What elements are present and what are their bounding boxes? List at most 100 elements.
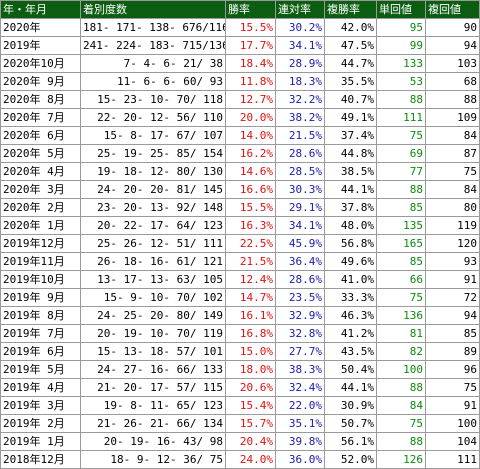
cell-win-return: 85 <box>376 252 426 271</box>
table-row: 2020年 2月 23- 20- 13- 92/ 148 15.5% 29.1% 37.… <box>0 198 480 217</box>
cell-win-rate: 12.7% <box>225 90 276 109</box>
cell-place-return: 94 <box>425 36 480 55</box>
cell-place2-rate: 38.3% <box>275 360 325 379</box>
cell-counts: 15- 9- 10- 70/ 102 <box>80 288 226 307</box>
cell-period: 2020年 9月 <box>0 72 81 91</box>
cell-place2-rate: 18.3% <box>275 72 325 91</box>
cell-period: 2020年 7月 <box>0 108 81 127</box>
cell-period: 2020年 4月 <box>0 162 81 181</box>
cell-place-return: 96 <box>425 360 480 379</box>
table-row: 2020年 1月 20- 22- 17- 64/ 123 16.3% 34.1% 48.… <box>0 216 480 235</box>
header-place3-rate: 複勝率 <box>324 0 377 19</box>
table-row: 2019年10月 13- 17- 13- 63/ 105 12.4% 28.6% 41.… <box>0 270 480 289</box>
cell-period: 2019年10月 <box>0 270 81 289</box>
cell-place2-rate: 27.7% <box>275 342 325 361</box>
cell-place-return: 75 <box>425 378 480 397</box>
cell-place3-rate: 44.8% <box>324 144 377 163</box>
header-row: 年・年月 着別度数 勝率 連対率 複勝率 単回値 複回値 <box>0 0 480 19</box>
cell-place2-rate: 36.0% <box>275 450 325 469</box>
cell-period: 2019年 7月 <box>0 324 81 343</box>
cell-place2-rate: 30.3% <box>275 180 325 199</box>
cell-period: 2020年 2月 <box>0 198 81 217</box>
cell-period: 2019年 4月 <box>0 378 81 397</box>
cell-win-return: 88 <box>376 378 426 397</box>
cell-period: 2019年 8月 <box>0 306 81 325</box>
cell-counts: 15- 8- 17- 67/ 107 <box>80 126 226 145</box>
table-row: 2019年 6月 15- 13- 18- 57/ 101 15.0% 27.7% 43.… <box>0 342 480 361</box>
cell-win-rate: 14.7% <box>225 288 276 307</box>
cell-place2-rate: 23.5% <box>275 288 325 307</box>
cell-counts: 19- 18- 12- 80/ 130 <box>80 162 226 181</box>
cell-place3-rate: 44.1% <box>324 180 377 199</box>
header-counts: 着別度数 <box>80 0 226 19</box>
table-row: 2020年 181- 171- 138- 676/1166 15.5% 30.2% 42… <box>0 18 480 37</box>
cell-counts: 21- 26- 21- 66/ 134 <box>80 414 226 433</box>
table-row: 2019年 3月 19- 8- 11- 65/ 123 15.4% 22.0% 30.9… <box>0 396 480 415</box>
cell-place2-rate: 28.6% <box>275 144 325 163</box>
cell-place2-rate: 34.1% <box>275 36 325 55</box>
cell-period: 2019年 2月 <box>0 414 81 433</box>
table-row: 2020年 7月 22- 20- 12- 56/ 110 20.0% 38.2% 49.… <box>0 108 480 127</box>
cell-win-rate: 15.4% <box>225 396 276 415</box>
cell-win-rate: 15.5% <box>225 198 276 217</box>
cell-counts: 21- 20- 17- 57/ 115 <box>80 378 226 397</box>
cell-period: 2018年12月 <box>0 450 81 469</box>
cell-win-rate: 14.0% <box>225 126 276 145</box>
table-row: 2019年 2月 21- 26- 21- 66/ 134 15.7% 35.1% 50.… <box>0 414 480 433</box>
cell-win-return: 82 <box>376 342 426 361</box>
cell-counts: 241- 224- 183- 715/1363 <box>80 36 226 55</box>
cell-place2-rate: 38.2% <box>275 108 325 127</box>
cell-counts: 24- 20- 20- 81/ 145 <box>80 180 226 199</box>
cell-win-return: 84 <box>376 396 426 415</box>
cell-place-return: 103 <box>425 54 480 73</box>
cell-place3-rate: 49.1% <box>324 108 377 127</box>
header-place-return: 複回値 <box>425 0 480 19</box>
cell-counts: 22- 20- 12- 56/ 110 <box>80 108 226 127</box>
cell-place3-rate: 41.2% <box>324 324 377 343</box>
header-period: 年・年月 <box>0 0 81 19</box>
cell-place-return: 72 <box>425 288 480 307</box>
cell-place3-rate: 47.5% <box>324 36 377 55</box>
cell-place2-rate: 32.4% <box>275 378 325 397</box>
cell-place3-rate: 37.4% <box>324 126 377 145</box>
cell-period: 2020年 6月 <box>0 126 81 145</box>
header-win-return: 単回値 <box>376 0 426 19</box>
cell-period: 2019年 5月 <box>0 360 81 379</box>
cell-counts: 18- 9- 12- 36/ 75 <box>80 450 226 469</box>
cell-win-rate: 15.0% <box>225 342 276 361</box>
table-row: 2020年 3月 24- 20- 20- 81/ 145 16.6% 30.3% 44.… <box>0 180 480 199</box>
cell-win-rate: 11.8% <box>225 72 276 91</box>
cell-period: 2019年 6月 <box>0 342 81 361</box>
cell-win-rate: 18.0% <box>225 360 276 379</box>
cell-period: 2020年 8月 <box>0 90 81 109</box>
cell-win-return: 75 <box>376 126 426 145</box>
cell-place3-rate: 46.3% <box>324 306 377 325</box>
cell-period: 2019年 3月 <box>0 396 81 415</box>
cell-period: 2020年 1月 <box>0 216 81 235</box>
cell-period: 2020年 5月 <box>0 144 81 163</box>
cell-place-return: 111 <box>425 450 480 469</box>
cell-counts: 20- 19- 16- 43/ 98 <box>80 432 226 451</box>
cell-place-return: 80 <box>425 198 480 217</box>
cell-win-rate: 16.8% <box>225 324 276 343</box>
cell-place2-rate: 32.2% <box>275 90 325 109</box>
table-row: 2019年 8月 24- 25- 20- 80/ 149 16.1% 32.9% 46.… <box>0 306 480 325</box>
cell-win-return: 75 <box>376 414 426 433</box>
cell-place2-rate: 21.5% <box>275 126 325 145</box>
table-row: 2020年 8月 15- 23- 10- 70/ 118 12.7% 32.2% 40.… <box>0 90 480 109</box>
cell-place2-rate: 28.5% <box>275 162 325 181</box>
cell-place3-rate: 56.8% <box>324 234 377 253</box>
cell-place-return: 84 <box>425 180 480 199</box>
cell-counts: 7- 4- 6- 21/ 38 <box>80 54 226 73</box>
cell-place3-rate: 33.3% <box>324 288 377 307</box>
table-row: 2018年12月 18- 9- 12- 36/ 75 24.0% 36.0% 52.0%… <box>0 450 480 469</box>
cell-place3-rate: 42.0% <box>324 18 377 37</box>
cell-win-rate: 16.6% <box>225 180 276 199</box>
cell-place-return: 68 <box>425 72 480 91</box>
cell-place3-rate: 40.7% <box>324 90 377 109</box>
cell-counts: 181- 171- 138- 676/1166 <box>80 18 226 37</box>
cell-win-return: 88 <box>376 432 426 451</box>
cell-win-return: 88 <box>376 90 426 109</box>
cell-place3-rate: 50.7% <box>324 414 377 433</box>
cell-place3-rate: 43.5% <box>324 342 377 361</box>
